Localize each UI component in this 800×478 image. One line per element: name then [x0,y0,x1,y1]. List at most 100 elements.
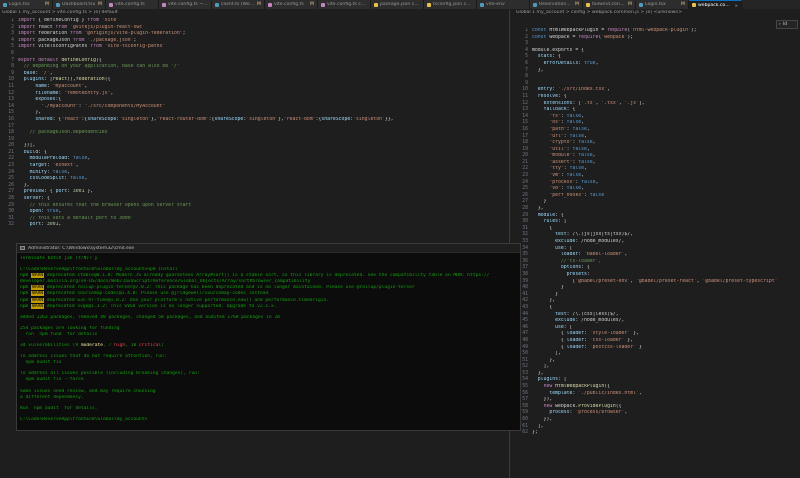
tab-12[interactable]: Login.tsx M [636,0,689,9]
code-line[interactable]: 54 plugins: [ [516,377,778,384]
code-line[interactable]: 9 base: '/', [2,71,507,78]
chevron-right-icon[interactable]: › [779,22,781,27]
code-line[interactable]: 17 [2,124,507,131]
tab-4[interactable]: client.ts (Working Tree)M [212,0,265,9]
code-line[interactable]: 21 build: { [2,150,507,157]
code-line[interactable]: 11 name: "myaccount", [2,84,507,91]
code-line[interactable]: 53 }, [516,371,778,378]
terminal-output[interactable]: Terminate batch job (Y/N)? y C:\Code\Rese… [17,253,520,426]
code-line[interactable]: 5 stats: { [516,54,778,61]
code-line[interactable]: 24 minify: false, [2,170,507,177]
code-line[interactable]: 18 // packageJson.dependencies [2,130,507,137]
tab-10[interactable]: Reservations.tsxM [530,0,583,9]
code-line[interactable]: 37 options: { [516,265,778,272]
breadcrumb-right[interactable]: Global 1 my_account > config > webpack.c… [516,10,798,17]
code-line[interactable]: 50 ], [516,351,778,358]
code-line[interactable]: 18 "crypto": false, [516,140,778,147]
code-line[interactable]: 31 { [516,226,778,233]
code-line[interactable]: 5 import viteTsconfigPaths from 'vite-tsc… [2,44,507,51]
terminal-title-bar[interactable]: Administrator: C:\Windows\system32\cmd.e… [17,244,520,253]
code-line[interactable]: 21 "assert": false, [516,160,778,167]
code-line[interactable]: 32 port: 3001, [2,222,507,229]
tab-7[interactable]: package.json container [371,0,424,9]
code-line[interactable]: 22 modulePreload: false, [2,156,507,163]
code-line[interactable]: 30 open: true, [2,209,507,216]
tab-8[interactable]: tsconfig.json container [424,0,477,9]
breadcrumb-left[interactable]: Global 1 my_account > vite.config.ts > [… [2,10,507,17]
code-line[interactable]: 41 } [516,292,778,299]
code-line[interactable]: 1 import { defineConfig } from 'vite' [2,18,507,25]
code-line[interactable]: 10 plugins: [react(),federation({ [2,77,507,84]
code-line[interactable]: 23 "vm": false, [516,173,778,180]
code-line[interactable]: 3 import federation from "@originjs/vite-… [2,31,507,38]
code-line[interactable]: 14 "./myaccount": "./src/components/MyAc… [2,104,507,111]
code-line[interactable]: 59 process: 'process/browser', [516,410,778,417]
code-line[interactable]: 2 import react from '@vitejs/plugin-react… [2,25,507,32]
code-line[interactable]: 35 loader: 'babel-loader', [516,252,778,259]
code-line[interactable]: 44 test: /\.(css|less)$/, [516,312,778,319]
code-line[interactable]: 52 ], [516,364,778,371]
code-line[interactable]: 19 "util": false, [516,147,778,154]
code-line[interactable]: 17 "url": false, [516,134,778,141]
code-line[interactable]: 11 resolve: { [516,94,778,101]
code-line[interactable]: 16 shared: {"react":{shareScope:'singlet… [2,117,507,124]
code-line[interactable]: 33 exclude: /node_modules/, [516,239,778,246]
code-line[interactable]: 32 test: /\.(js|jsx|ts|tsx)$/, [516,232,778,239]
code-line[interactable]: 8 // depending on your application, base… [2,64,507,71]
code-line[interactable]: 43 { [516,305,778,312]
code-line[interactable]: 36 //'ts-loader', [516,259,778,266]
editor-webpack-common[interactable]: 1 const HtmlWebpackPlugin = require('html… [516,28,778,476]
code-line[interactable]: 13 fallback: { [516,107,778,114]
code-line[interactable]: 61 ], [516,424,778,431]
code-line[interactable]: 8 [516,74,778,81]
code-line[interactable]: 60 }), [516,417,778,424]
code-line[interactable]: 28 }, [516,206,778,213]
tab-11[interactable]: tailwind.config.jsM [583,0,636,9]
find-widget[interactable]: › ld [776,20,798,29]
code-line[interactable]: 29 module: { [516,213,778,220]
code-line[interactable]: 6 [2,51,507,58]
code-line[interactable]: 27 } [516,199,778,206]
code-line[interactable]: 46 use: [ [516,325,778,332]
code-line[interactable]: 7 export default defineConfig({ [2,58,507,65]
code-line[interactable]: 14 "fs": false, [516,114,778,121]
code-line[interactable]: 55 new HtmlWebpackPlugin({ [516,384,778,391]
tab-2[interactable]: vite.config.ts [106,0,159,9]
code-line[interactable]: 28 server: { [2,196,507,203]
code-line[interactable]: 12 filename: "remoteEntry.js", [2,91,507,98]
code-line[interactable]: 57 }), [516,397,778,404]
code-line[interactable]: 13 exposes:{ [2,97,507,104]
code-line[interactable]: 26 }, [2,183,507,190]
terminal-window[interactable]: Administrator: C:\Windows\system32\cmd.e… [16,243,521,431]
code-line[interactable]: 45 exclude: /node_modules/, [516,318,778,325]
code-line[interactable]: 62}; [516,430,778,437]
code-line[interactable]: 15 "os": false, [516,120,778,127]
code-line[interactable]: 19 [2,137,507,144]
find-widget-input[interactable]: ld [783,22,787,27]
code-line[interactable]: 30 rules: [ [516,219,778,226]
code-line[interactable]: 7 }, [516,68,778,75]
code-line[interactable]: 23 target: 'esnext', [2,163,507,170]
code-line[interactable]: 12 extensions: ['.ts', '.tsx', '.js'], [516,101,778,108]
code-line[interactable]: 4 import packageJson from './package.json… [2,38,507,45]
code-line[interactable]: 10 entry: './src/index.tsx', [516,87,778,94]
code-line[interactable]: 40 } [516,285,778,292]
code-line[interactable]: 22 "tty": false, [516,166,778,173]
tab-5[interactable]: vite.config.ts M [265,0,318,9]
code-line[interactable]: 39 ['@babel/preset-env', '@babel/preset-… [516,279,778,286]
code-line[interactable]: 3 [516,41,778,48]
code-line[interactable]: 48 { loader: 'css-loader' }, [516,338,778,345]
code-line[interactable]: 16 "path": false, [516,127,778,134]
close-icon[interactable]: × [735,3,738,8]
tab-13[interactable]: webpack.common.js× [689,0,742,9]
code-line[interactable]: 31 // this sets a default port to 3000 [2,216,507,223]
code-line[interactable]: 4 module.exports = { [516,48,778,55]
code-line[interactable]: 25 "v8": false, [516,186,778,193]
code-line[interactable]: 2 const webpack = require('webpack'); [516,35,778,42]
code-line[interactable]: 29 // this ensures that the browser open… [2,203,507,210]
code-line[interactable]: 58 new webpack.ProvidePlugin({ [516,404,778,411]
code-line[interactable]: 42 }, [516,298,778,305]
tab-1[interactable]: Dashboard.tsx M [53,0,106,9]
code-line[interactable]: 51 }, [516,358,778,365]
tab-3[interactable]: vite.config.ts ~/my_account 4 [159,0,212,9]
